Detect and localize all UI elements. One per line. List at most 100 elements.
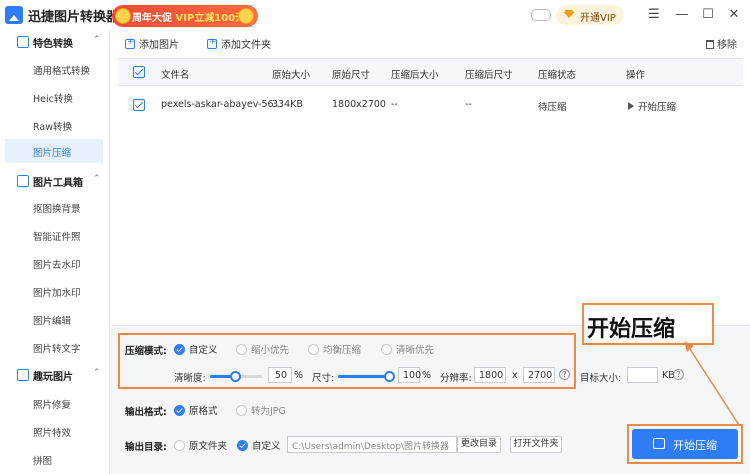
promo-banner[interactable]: 周年大促 VIP立减100元 — [112, 5, 258, 27]
format-label: 转为JPG — [251, 406, 286, 417]
sidebar-item-add-watermark[interactable]: 图片加水印 — [5, 279, 103, 303]
resolution-height-input[interactable]: 2700 — [523, 367, 555, 383]
start-compress-button[interactable]: 开始压缩 — [632, 429, 738, 459]
mode-label: 缩小优先 — [251, 345, 290, 356]
minimize-button[interactable]: — — [672, 5, 692, 25]
resolution-width-input[interactable]: 1800 — [474, 367, 506, 383]
select-all-checkbox[interactable] — [133, 66, 145, 78]
sidebar-item-label: 图片压缩 — [33, 148, 72, 159]
dir-custom-radio[interactable]: 自定义 — [237, 438, 281, 452]
sidebar-item-collage[interactable]: 拼图 — [5, 447, 103, 471]
sidebar-item-raw[interactable]: Raw转换 — [5, 113, 103, 137]
add-image-button[interactable]: 添加图片 — [125, 36, 179, 51]
section-special-convert[interactable]: 特色转换 ⌃ — [0, 31, 110, 53]
message-icon[interactable] — [531, 9, 551, 21]
original-dimensions: 1800x2700 — [332, 99, 386, 110]
coin-icon — [238, 8, 254, 24]
vip-button[interactable]: 开通VIP — [556, 5, 624, 25]
dir-original-radio[interactable]: 原文件夹 — [174, 438, 227, 452]
sidebar-item-label: 照片修复 — [33, 400, 72, 411]
target-size-input[interactable] — [627, 367, 658, 383]
sidebar-item-photo-effects[interactable]: 照片特效 — [5, 419, 103, 443]
column-header: 原始大小 — [272, 70, 311, 81]
section-toolbox[interactable]: 图片工具箱 ⌃ — [0, 170, 110, 192]
mode-balanced-radio[interactable]: 均衡压缩 — [308, 342, 361, 356]
clarity-slider-handle[interactable] — [230, 371, 241, 382]
clarity-input[interactable]: 50 — [268, 367, 292, 383]
open-folder-button[interactable]: 打开文件夹 — [510, 436, 562, 453]
fun-image-icon — [17, 369, 29, 381]
sidebar-item-label: 抠图换背景 — [33, 204, 81, 215]
remove-label: 移除 — [717, 40, 737, 51]
table-row[interactable]: pexels-askar-abayev-56... 334KB 1800x270… — [118, 90, 743, 120]
sidebar-item-photo-repair[interactable]: 照片修复 — [5, 391, 103, 415]
radio-icon — [308, 344, 319, 355]
sidebar-item-id-photo[interactable]: 智能证件照 — [5, 223, 103, 247]
clarity-unit: % — [294, 370, 304, 381]
sidebar-item-label: 智能证件照 — [33, 232, 81, 243]
target-size-label: 目标大小: — [580, 373, 622, 384]
sidebar-item-label: 通用格式转换 — [33, 66, 91, 77]
column-header: 文件名 — [161, 70, 190, 81]
compressed-dimensions: -- — [465, 99, 472, 110]
radio-icon — [381, 344, 392, 355]
trash-icon — [706, 40, 714, 49]
compress-mode-label: 压缩模式: — [125, 346, 167, 357]
sidebar-item-ocr[interactable]: 图片转文字 — [5, 335, 103, 359]
add-folder-button[interactable]: 添加文件夹 — [207, 36, 271, 51]
menu-icon[interactable]: ☰ — [644, 5, 664, 25]
play-icon — [628, 102, 634, 110]
size-slider-handle[interactable] — [384, 371, 395, 382]
dir-label: 原文件夹 — [189, 441, 228, 452]
sidebar-item-label: 图片加水印 — [33, 288, 81, 299]
file-name: pexels-askar-abayev-56... — [161, 99, 283, 110]
radio-checked-icon — [174, 344, 185, 355]
sidebar-item-format-convert[interactable]: 通用格式转换 — [5, 57, 103, 81]
sidebar-item-heic[interactable]: Heic转换 — [5, 85, 103, 109]
mode-custom-radio[interactable]: 自定义 — [174, 342, 218, 356]
sidebar-item-compress[interactable]: 图片压缩 — [5, 139, 103, 163]
output-format-label: 输出格式: — [125, 407, 167, 418]
format-jpg-radio[interactable]: 转为JPG — [236, 403, 286, 417]
radio-icon — [236, 405, 247, 416]
mode-label: 均衡压缩 — [323, 345, 362, 356]
promo-prefix: 周年大促 — [132, 13, 176, 24]
sidebar-item-label: 照片特效 — [33, 428, 72, 439]
sidebar-item-label: 拼图 — [33, 456, 53, 467]
row-checkbox[interactable] — [133, 99, 145, 111]
title-bar: 迅捷图片转换器 周年大促 VIP立减100元 开通VIP ☰ — ☐ ✕ — [0, 0, 750, 30]
sidebar-item-label: 图片编辑 — [33, 316, 72, 327]
section-fun-images[interactable]: 趣玩图片 ⌃ — [0, 364, 110, 386]
row-action-label: 开始压缩 — [638, 102, 677, 113]
size-slider-fill — [338, 375, 390, 378]
section-label: 特色转换 — [33, 39, 73, 50]
convert-icon — [17, 36, 29, 48]
mode-clarity-radio[interactable]: 清晰优先 — [381, 342, 434, 356]
mode-smaller-radio[interactable]: 缩小优先 — [236, 342, 289, 356]
help-icon[interactable]: ? — [559, 369, 570, 380]
sidebar-item-label: Raw转换 — [33, 122, 72, 133]
chevron-up-icon: ⌃ — [93, 368, 101, 378]
original-size: 334KB — [272, 99, 303, 110]
annotation-text: 开始压缩 — [587, 317, 676, 342]
sidebar-item-cutout[interactable]: 抠图换背景 — [5, 195, 103, 219]
sidebar-item-label: 图片转文字 — [33, 344, 81, 355]
maximize-button[interactable]: ☐ — [698, 5, 718, 25]
format-original-radio[interactable]: 原格式 — [174, 403, 218, 417]
chevron-up-icon: ⌃ — [93, 174, 101, 184]
change-dir-button[interactable]: 更改目录 — [457, 436, 501, 453]
remove-button[interactable]: 移除 — [706, 36, 737, 51]
vip-label: 开通VIP — [580, 13, 616, 24]
clarity-slider[interactable] — [210, 371, 262, 382]
size-slider[interactable] — [338, 371, 395, 382]
close-button[interactable]: ✕ — [724, 5, 744, 25]
section-label: 趣玩图片 — [33, 372, 73, 383]
row-start-compress-button[interactable]: 开始压缩 — [628, 99, 676, 113]
column-header: 压缩后大小 — [391, 70, 439, 81]
size-input[interactable]: 100 — [398, 367, 421, 383]
output-path-field[interactable]: C:\Users\admin\Desktop\图片转换器 — [287, 436, 457, 453]
add-folder-icon — [207, 37, 217, 49]
sidebar-item-edit[interactable]: 图片编辑 — [5, 307, 103, 331]
sidebar-item-remove-watermark[interactable]: 图片去水印 — [5, 251, 103, 275]
annotation-arrow — [684, 341, 740, 426]
